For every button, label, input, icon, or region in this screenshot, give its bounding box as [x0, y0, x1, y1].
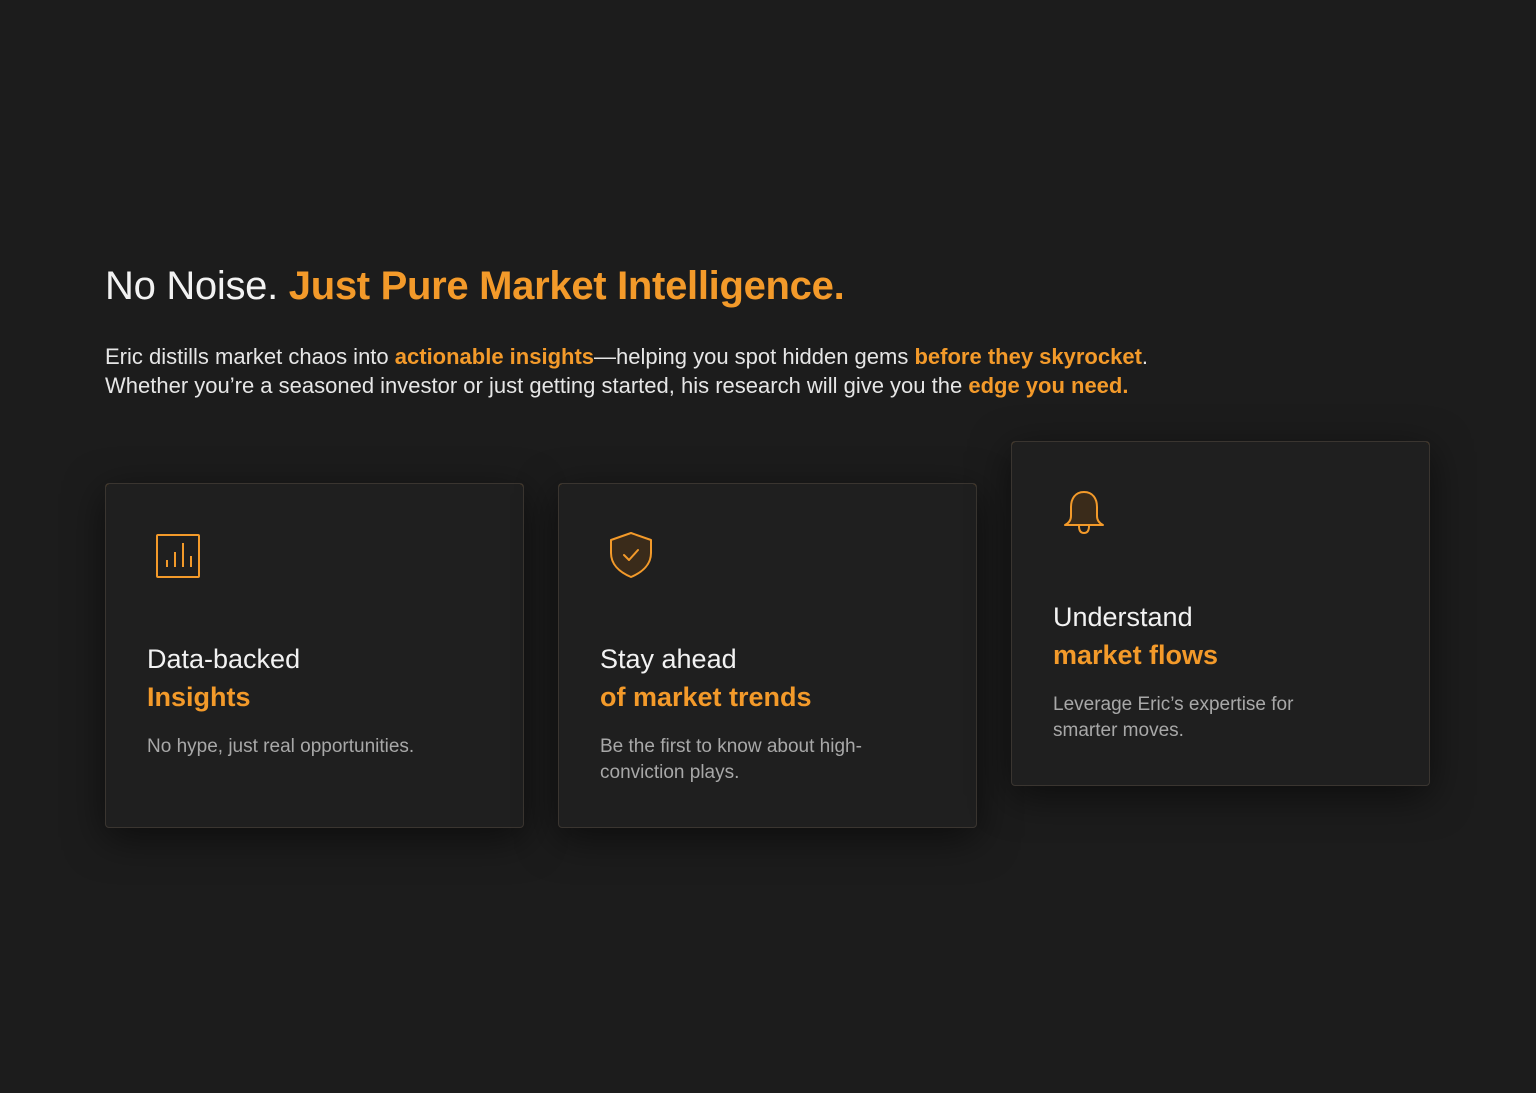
bell-icon [1064, 491, 1104, 534]
card-title-plain: Understand [1053, 602, 1193, 632]
intro-line1-a: Eric distills market chaos into [105, 344, 395, 369]
section-heading: No Noise. Just Pure Market Intelligence. [105, 262, 1435, 310]
card-description: Be the first to know about high-convicti… [600, 736, 862, 783]
intro-text: Eric distills market chaos into actionab… [105, 342, 1148, 400]
card-title: Stay ahead of market trends [600, 640, 812, 716]
intro-highlight-actionable: actionable insights [394, 344, 595, 369]
card-description: Leverage Eric’s expertise for smarter mo… [1053, 694, 1294, 741]
intro-line1-c: . [1141, 344, 1149, 369]
intelligence-section: No Noise. Just Pure Market Intelligence.… [105, 262, 1435, 398]
card-title: Data-backed Insights [147, 640, 300, 716]
feature-card-data-backed: Data-backed Insights No hype, just real o… [105, 483, 524, 828]
feature-card-understand: Understand market flows Leverage Eric’s e… [1011, 441, 1430, 786]
card-title: Understand market flows [1053, 598, 1218, 674]
card-title-accent: market flows [1053, 640, 1219, 670]
shield-check-icon [610, 532, 652, 578]
card-title-plain: Stay ahead [600, 644, 737, 674]
intro-line1-b: —helping you spot hidden gems [594, 344, 915, 369]
card-description: No hype, just real opportunities. [147, 736, 415, 757]
intro-highlight-edge: edge you need. [968, 373, 1129, 398]
bar-chart-icon [156, 534, 200, 578]
feature-card-stay-ahead: Stay ahead of market trends Be the first … [558, 483, 977, 828]
card-title-accent: Insights [147, 682, 251, 712]
intro-highlight-skyrocket: before they skyrocket [914, 344, 1142, 369]
heading-plain: No Noise. [105, 264, 289, 308]
card-title-plain: Data-backed [147, 644, 301, 674]
card-title-accent: of market trends [600, 682, 812, 712]
intro-line2-a: Whether you’re a seasoned investor or ju… [105, 373, 969, 398]
heading-accent: Just Pure Market Intelligence. [288, 264, 845, 308]
